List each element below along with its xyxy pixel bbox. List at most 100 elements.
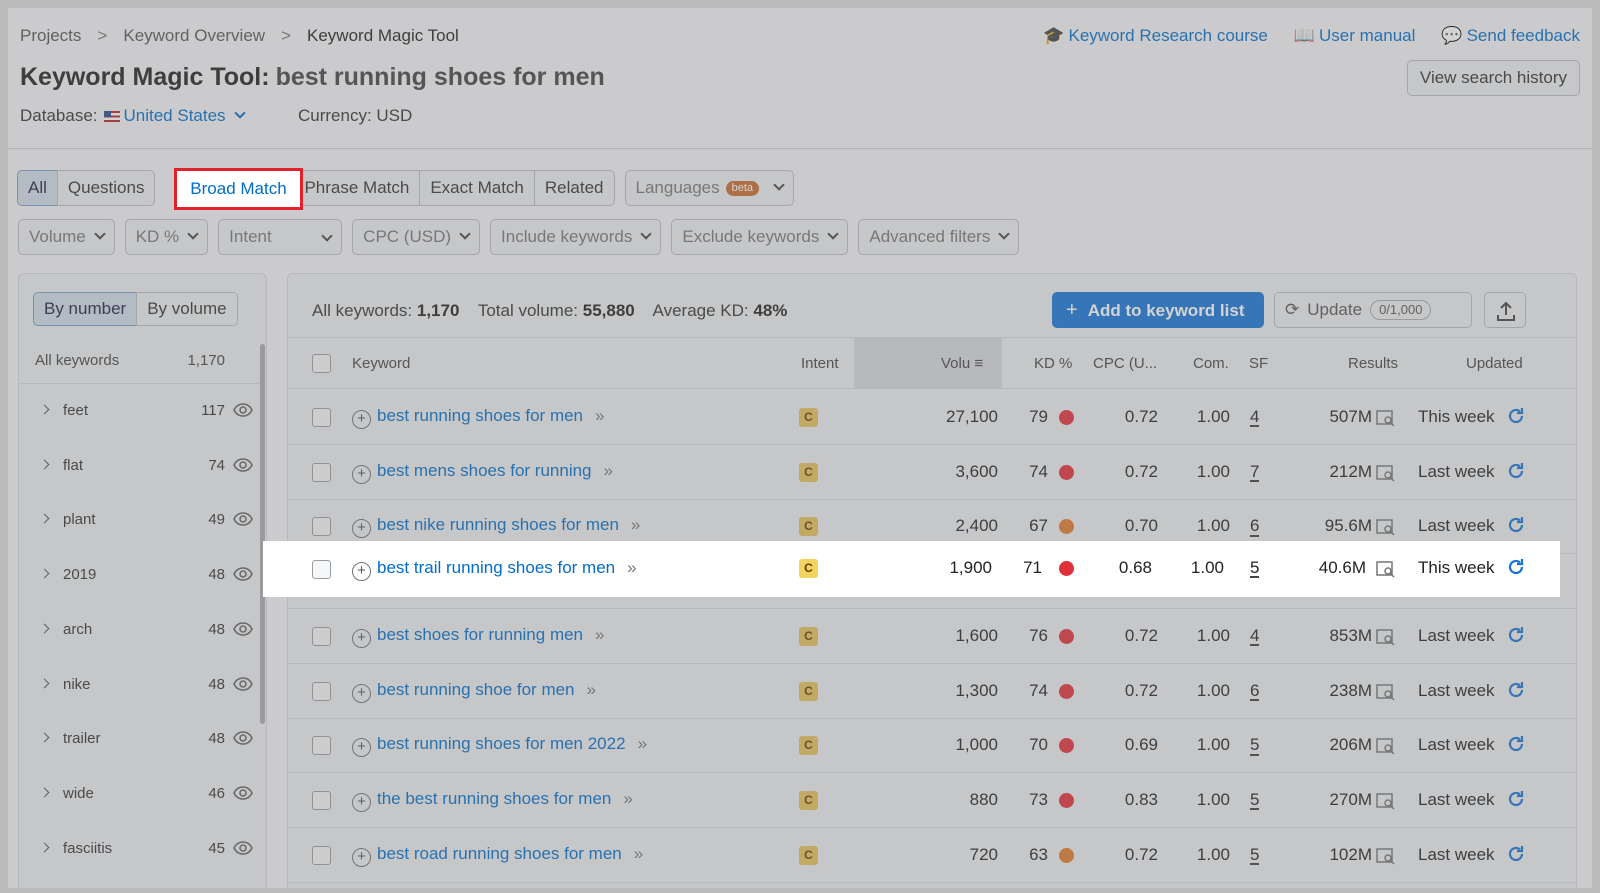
chevron-right-icon[interactable] bbox=[39, 732, 50, 743]
serp-features-link[interactable]: 5 bbox=[1250, 845, 1259, 865]
col-volume[interactable]: Volu ≡ bbox=[941, 355, 983, 372]
row-checkbox[interactable] bbox=[312, 626, 331, 646]
sidebar-all-keywords[interactable]: All keywords 1,170 bbox=[35, 352, 225, 369]
eye-icon[interactable] bbox=[233, 509, 253, 529]
tab-questions[interactable]: Questions bbox=[56, 170, 156, 206]
breadcrumb-keyword-overview[interactable]: Keyword Overview bbox=[123, 26, 265, 45]
eye-icon[interactable] bbox=[233, 619, 253, 639]
serp-preview-icon[interactable] bbox=[1376, 737, 1396, 755]
serp-preview-icon[interactable] bbox=[1376, 847, 1396, 865]
sidebar-scrollbar[interactable] bbox=[260, 344, 265, 724]
tab-all[interactable]: All bbox=[17, 170, 58, 206]
chevron-right-icon[interactable] bbox=[39, 678, 50, 688]
col-com[interactable]: Com. bbox=[1193, 355, 1229, 372]
eye-icon[interactable] bbox=[233, 674, 253, 694]
col-updated[interactable]: Updated bbox=[1466, 355, 1523, 372]
view-search-history-button[interactable]: View search history bbox=[1406, 60, 1580, 96]
sidebar-group-row[interactable]: flat 74 bbox=[19, 441, 259, 495]
sidebar-group-row[interactable]: trailer 48 bbox=[19, 714, 259, 768]
sidebar-group-row[interactable]: fasciitis 45 bbox=[19, 824, 259, 878]
double-chevron-icon[interactable]: » bbox=[638, 734, 648, 753]
eye-icon[interactable] bbox=[233, 783, 253, 803]
serp-features-link[interactable]: 5 bbox=[1250, 558, 1259, 578]
select-all-checkbox[interactable] bbox=[312, 354, 331, 373]
double-chevron-icon[interactable]: » bbox=[587, 680, 597, 699]
sidebar-group-row[interactable]: plant 49 bbox=[19, 495, 259, 549]
sidebar-group-row[interactable]: wide 46 bbox=[19, 769, 259, 823]
add-circle-icon[interactable]: + bbox=[352, 562, 371, 581]
filter-advanced[interactable]: Advanced filters bbox=[858, 219, 1020, 255]
row-checkbox[interactable] bbox=[312, 681, 331, 701]
serp-preview-icon[interactable] bbox=[1376, 560, 1396, 578]
table-row[interactable]: + best road running shoes for men» C 720 63 0… bbox=[288, 828, 1576, 883]
refresh-icon[interactable] bbox=[1506, 789, 1526, 809]
chevron-right-icon[interactable] bbox=[39, 787, 50, 798]
col-kd[interactable]: KD % bbox=[1034, 355, 1072, 372]
serp-features-link[interactable]: 4 bbox=[1250, 407, 1259, 427]
double-chevron-icon[interactable]: » bbox=[634, 844, 644, 863]
add-circle-icon[interactable]: + bbox=[352, 847, 371, 867]
tab-broad-match[interactable]: Broad Match bbox=[174, 168, 303, 210]
col-intent[interactable]: Intent bbox=[801, 355, 839, 372]
add-circle-icon[interactable]: + bbox=[352, 519, 371, 539]
chevron-right-icon[interactable] bbox=[39, 404, 50, 415]
row-checkbox[interactable] bbox=[312, 845, 331, 865]
add-circle-icon[interactable]: + bbox=[352, 738, 371, 758]
send-feedback-link[interactable]: 💬 Send feedback bbox=[1441, 26, 1580, 46]
serp-features-link[interactable]: 6 bbox=[1250, 516, 1259, 536]
keyword-link[interactable]: + best road running shoes for men» bbox=[352, 844, 644, 867]
serp-features-link[interactable]: 5 bbox=[1250, 735, 1259, 755]
eye-icon[interactable] bbox=[233, 400, 253, 420]
serp-preview-icon[interactable] bbox=[1376, 464, 1396, 482]
table-row[interactable]: + best shoes for running men» C 1,600 76 0.72… bbox=[288, 609, 1576, 664]
col-results[interactable]: Results bbox=[1348, 355, 1398, 372]
keyword-link[interactable]: + best nike running shoes for men» bbox=[352, 515, 641, 539]
serp-features-link[interactable]: 4 bbox=[1250, 626, 1259, 646]
refresh-icon[interactable] bbox=[1506, 734, 1526, 754]
chevron-right-icon[interactable] bbox=[39, 842, 50, 853]
col-sf[interactable]: SF bbox=[1249, 355, 1268, 372]
double-chevron-icon[interactable]: » bbox=[604, 461, 614, 480]
user-manual-link[interactable]: 📖 User manual bbox=[1294, 26, 1416, 46]
keyword-link[interactable]: + best mens shoes for running» bbox=[352, 461, 614, 484]
serp-features-link[interactable]: 6 bbox=[1250, 681, 1259, 701]
refresh-icon[interactable] bbox=[1506, 844, 1526, 864]
update-button[interactable]: ⟳ Update 0/1,000 bbox=[1274, 292, 1472, 328]
database-dropdown[interactable]: United States bbox=[124, 106, 226, 125]
chevron-right-icon[interactable] bbox=[39, 623, 50, 634]
breadcrumb-projects[interactable]: Projects bbox=[20, 26, 81, 45]
add-circle-icon[interactable]: + bbox=[352, 792, 371, 812]
eye-icon[interactable] bbox=[233, 838, 253, 858]
keyword-link[interactable]: + best running shoes for men» bbox=[352, 406, 605, 429]
by-volume-button[interactable]: By volume bbox=[136, 292, 238, 326]
double-chevron-icon[interactable]: » bbox=[627, 558, 637, 577]
eye-icon[interactable] bbox=[233, 728, 253, 748]
filter-intent[interactable]: Intent bbox=[218, 219, 343, 255]
chevron-right-icon[interactable] bbox=[39, 568, 50, 579]
col-cpc[interactable]: CPC (U... bbox=[1093, 355, 1157, 372]
row-checkbox[interactable] bbox=[312, 790, 331, 810]
eye-icon[interactable] bbox=[233, 564, 253, 584]
table-row[interactable]: + best mens shoes for running» C 3,600 74 0.7… bbox=[288, 445, 1576, 500]
filter-include-keywords[interactable]: Include keywords bbox=[490, 219, 662, 255]
refresh-icon[interactable] bbox=[1506, 461, 1526, 481]
double-chevron-icon[interactable]: » bbox=[623, 789, 633, 808]
double-chevron-icon[interactable]: » bbox=[595, 406, 605, 425]
serp-preview-icon[interactable] bbox=[1376, 628, 1396, 646]
eye-icon[interactable] bbox=[233, 455, 253, 475]
row-checkbox[interactable] bbox=[312, 560, 331, 579]
chevron-right-icon[interactable] bbox=[39, 513, 50, 524]
keyword-link[interactable]: + the best running shoes for men» bbox=[352, 789, 633, 812]
row-checkbox[interactable] bbox=[312, 736, 331, 756]
keyword-link[interactable]: + best trail running shoes for men» bbox=[352, 558, 637, 581]
table-row-highlighted[interactable]: + best trail running shoes for men» C 1,900… bbox=[263, 541, 1560, 597]
add-circle-icon[interactable]: + bbox=[352, 410, 371, 429]
table-row[interactable]: + best running shoes for men» C 27,100 79 0.7… bbox=[288, 390, 1576, 445]
add-circle-icon[interactable]: + bbox=[352, 464, 371, 484]
refresh-icon[interactable] bbox=[1506, 515, 1526, 535]
serp-preview-icon[interactable] bbox=[1376, 518, 1396, 536]
table-row[interactable]: + best running shoes for men 2022» C 1,000 7… bbox=[288, 718, 1576, 774]
row-checkbox[interactable] bbox=[312, 462, 331, 482]
filter-kd[interactable]: KD % bbox=[124, 219, 209, 255]
keyword-link[interactable]: + best running shoe for men» bbox=[352, 680, 597, 703]
